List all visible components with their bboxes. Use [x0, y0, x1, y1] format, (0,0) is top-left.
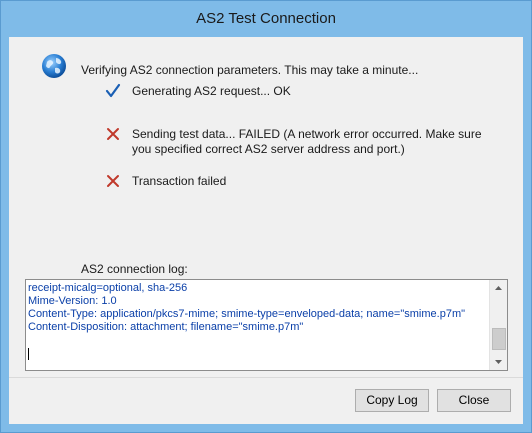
error-x-icon: [107, 128, 119, 140]
text-caret: [28, 348, 29, 360]
window-title: AS2 Test Connection: [196, 10, 336, 27]
log-label: AS2 connection log:: [81, 262, 188, 276]
log-textarea[interactable]: receipt-micalg=optional, sha-256 Mime-Ve…: [25, 279, 508, 371]
dialog-body: Verifying AS2 connection parameters. Thi…: [9, 37, 523, 424]
title-bar[interactable]: AS2 Test Connection: [1, 1, 531, 37]
log-content: receipt-micalg=optional, sha-256 Mime-Ve…: [28, 282, 466, 333]
scroll-down-icon[interactable]: [490, 353, 507, 370]
divider: [9, 377, 523, 378]
log-scrollbar[interactable]: [489, 280, 507, 370]
copy-log-button[interactable]: Copy Log: [355, 389, 429, 412]
error-x-icon: [107, 175, 119, 187]
close-button[interactable]: Close: [437, 389, 511, 412]
dialog-window: AS2 Test Connection Verifying AS2 connec…: [0, 0, 532, 433]
step-sending: Sending test data... FAILED (A network e…: [132, 127, 482, 156]
scroll-thumb[interactable]: [492, 328, 506, 350]
globe-icon: [42, 54, 66, 78]
step-generating: Generating AS2 request... OK: [132, 84, 291, 98]
checkmark-icon: [105, 83, 121, 98]
verify-message: Verifying AS2 connection parameters. Thi…: [81, 63, 419, 77]
step-transaction: Transaction failed: [132, 174, 227, 188]
scroll-up-icon[interactable]: [490, 280, 507, 297]
